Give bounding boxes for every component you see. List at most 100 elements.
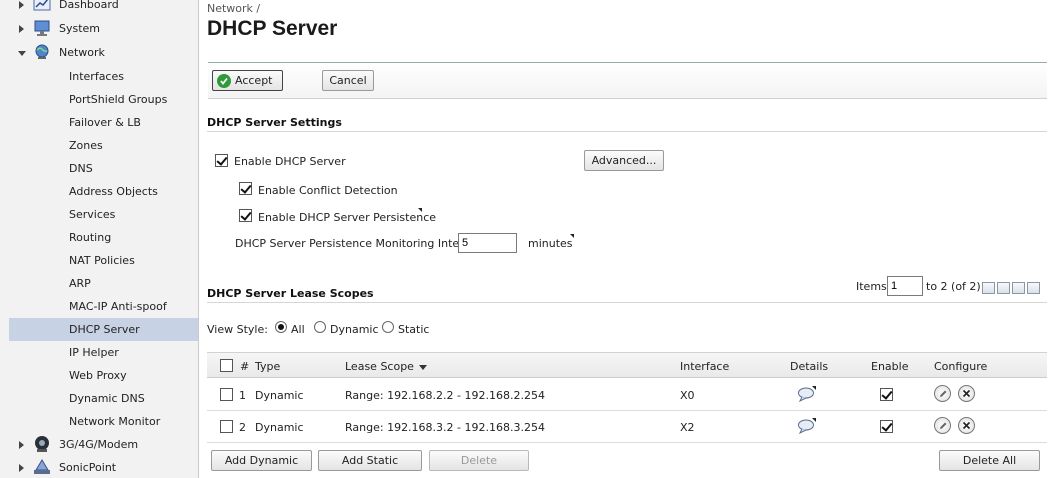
sidebar-item-label: System: [59, 22, 101, 35]
row-num: 2: [239, 421, 246, 434]
column-enable[interactable]: Enable: [871, 360, 908, 373]
sidebar-item-sonicpoint[interactable]: SonicPoint: [0, 457, 199, 478]
sidebar-item-label: Dynamic DNS: [69, 392, 145, 405]
sidebar-item-dhcp-server[interactable]: DHCP Server: [9, 318, 198, 341]
sidebar-item-label: 3G/4G/Modem: [59, 438, 139, 451]
add-static-button[interactable]: Add Static: [318, 450, 422, 471]
items-page-input[interactable]: [887, 276, 923, 296]
delete-icon[interactable]: [958, 385, 975, 402]
sidebar-item-label: PortShield Groups: [69, 93, 168, 106]
view-static-label: Static: [398, 323, 430, 336]
row-enable-checkbox[interactable]: [880, 420, 893, 433]
first-page-icon[interactable]: [982, 282, 995, 294]
sidebar-item-label: ARP: [69, 277, 91, 290]
row-enable-checkbox[interactable]: [880, 388, 893, 401]
monitoring-interval-label: DHCP Server Persistence Monitoring Inter…: [235, 237, 484, 250]
previous-page-icon[interactable]: [997, 282, 1010, 294]
enable-conflict-detection-checkbox[interactable]: [239, 182, 252, 195]
edit-icon[interactable]: [934, 385, 951, 402]
collapse-arrow-icon[interactable]: [18, 51, 26, 56]
enable-conflict-detection-label: Enable Conflict Detection: [258, 184, 398, 197]
monitoring-interval-input[interactable]: [458, 233, 517, 253]
expand-arrow-icon[interactable]: [19, 441, 24, 449]
column-num: #: [240, 360, 250, 373]
tooltip-indicator-icon[interactable]: [418, 208, 422, 212]
divider: [207, 131, 1047, 132]
sidebar-item-portshield-groups[interactable]: PortShield Groups: [9, 88, 198, 111]
select-all-checkbox[interactable]: [220, 359, 233, 372]
sidebar-item-dynamic-dns[interactable]: Dynamic DNS: [9, 387, 198, 410]
row-interface: X2: [680, 421, 695, 434]
delete-all-button[interactable]: Delete All: [939, 450, 1040, 471]
view-style-label: View Style:: [207, 323, 268, 336]
sidebar-item-network[interactable]: Network: [0, 42, 199, 65]
view-all-radio[interactable]: [275, 321, 287, 333]
accept-button-label: Accept: [235, 74, 273, 87]
view-dynamic-radio[interactable]: [314, 321, 326, 333]
row-lease-scope: Range: 192.168.3.2 - 192.168.3.254: [345, 421, 545, 434]
delete-icon[interactable]: [958, 417, 975, 434]
sidebar-item-network-monitor[interactable]: Network Monitor: [9, 410, 198, 433]
view-static-radio[interactable]: [382, 321, 394, 333]
modem-icon: [35, 436, 49, 452]
expand-arrow-icon[interactable]: [19, 464, 24, 472]
sidebar-item-address-objects[interactable]: Address Objects: [9, 180, 198, 203]
sidebar-item-dns[interactable]: DNS: [9, 157, 198, 180]
add-dynamic-button[interactable]: Add Dynamic: [211, 450, 312, 471]
expand-arrow-icon[interactable]: [19, 25, 24, 33]
sidebar-item-label: MAC-IP Anti-spoof: [69, 300, 167, 313]
enable-persistence-checkbox[interactable]: [239, 209, 252, 222]
sidebar-item-label: Network: [59, 46, 105, 59]
accept-button[interactable]: Accept: [212, 70, 283, 91]
last-page-icon[interactable]: [1027, 282, 1040, 294]
tooltip-indicator-icon[interactable]: [570, 234, 574, 238]
sidebar-item-label: Interfaces: [69, 70, 124, 83]
column-interface[interactable]: Interface: [680, 360, 729, 373]
sidebar-item-ip-helper[interactable]: IP Helper: [9, 341, 198, 364]
sidebar-item-services[interactable]: Services: [9, 203, 198, 226]
table-row: 2 Dynamic Range: 192.168.3.2 - 192.168.3…: [207, 411, 1047, 443]
column-lease-scope[interactable]: Lease Scope: [345, 360, 427, 373]
dashboard-icon: [33, 0, 51, 11]
next-page-icon[interactable]: [1012, 282, 1025, 294]
expand-arrow-icon[interactable]: [19, 1, 24, 9]
sidebar-item-web-proxy[interactable]: Web Proxy: [9, 364, 198, 387]
check-circle-icon: [217, 73, 231, 88]
row-type: Dynamic: [255, 389, 304, 402]
sidebar-item-label: Routing: [69, 231, 112, 244]
sidebar-item-failover-lb[interactable]: Failover & LB: [9, 111, 198, 134]
sidebar-item-3g-4g-modem[interactable]: 3G/4G/Modem: [0, 434, 199, 457]
advanced-button[interactable]: Advanced...: [584, 150, 664, 171]
view-dynamic-label: Dynamic: [330, 323, 379, 336]
sidebar-item-arp[interactable]: ARP: [9, 272, 198, 295]
sidebar-item-label: DHCP Server: [69, 323, 140, 336]
breadcrumb[interactable]: Network /: [207, 2, 260, 15]
sidebar-item-dashboard[interactable]: Dashboard: [0, 0, 199, 17]
sidebar-item-label: Dashboard: [59, 0, 119, 11]
monitoring-interval-unit: minutes: [528, 237, 573, 250]
comment-bubble-icon[interactable]: [797, 418, 816, 434]
view-all-label: All: [291, 323, 305, 336]
sidebar-item-nat-policies[interactable]: NAT Policies: [9, 249, 198, 272]
enable-dhcp-server-checkbox[interactable]: [215, 154, 228, 167]
toolbar: Accept Cancel: [208, 62, 1047, 99]
sidebar-item-label: Web Proxy: [69, 369, 127, 382]
comment-bubble-icon[interactable]: [797, 386, 816, 402]
sidebar-item-routing[interactable]: Routing: [9, 226, 198, 249]
delete-button[interactable]: Delete: [429, 450, 529, 471]
edit-icon[interactable]: [934, 417, 951, 434]
sidebar-item-mac-ip-anti-spoof[interactable]: MAC-IP Anti-spoof: [9, 295, 198, 318]
access-point-icon: [34, 459, 50, 474]
row-select-checkbox[interactable]: [220, 420, 233, 433]
row-select-checkbox[interactable]: [220, 388, 233, 401]
cancel-button[interactable]: Cancel: [322, 70, 374, 91]
sidebar-item-label: Services: [69, 208, 116, 221]
sidebar-item-interfaces[interactable]: Interfaces: [9, 65, 198, 88]
sidebar-item-label: SonicPoint: [59, 461, 117, 474]
lease-scopes-section-title: DHCP Server Lease Scopes: [207, 287, 374, 300]
column-type[interactable]: Type: [255, 360, 280, 373]
main-content: Network / DHCP Server Accept Cancel DHCP…: [200, 0, 1051, 478]
sidebar-item-zones[interactable]: Zones: [9, 134, 198, 157]
sidebar-item-system[interactable]: System: [0, 18, 199, 41]
globe-icon: [35, 44, 49, 59]
